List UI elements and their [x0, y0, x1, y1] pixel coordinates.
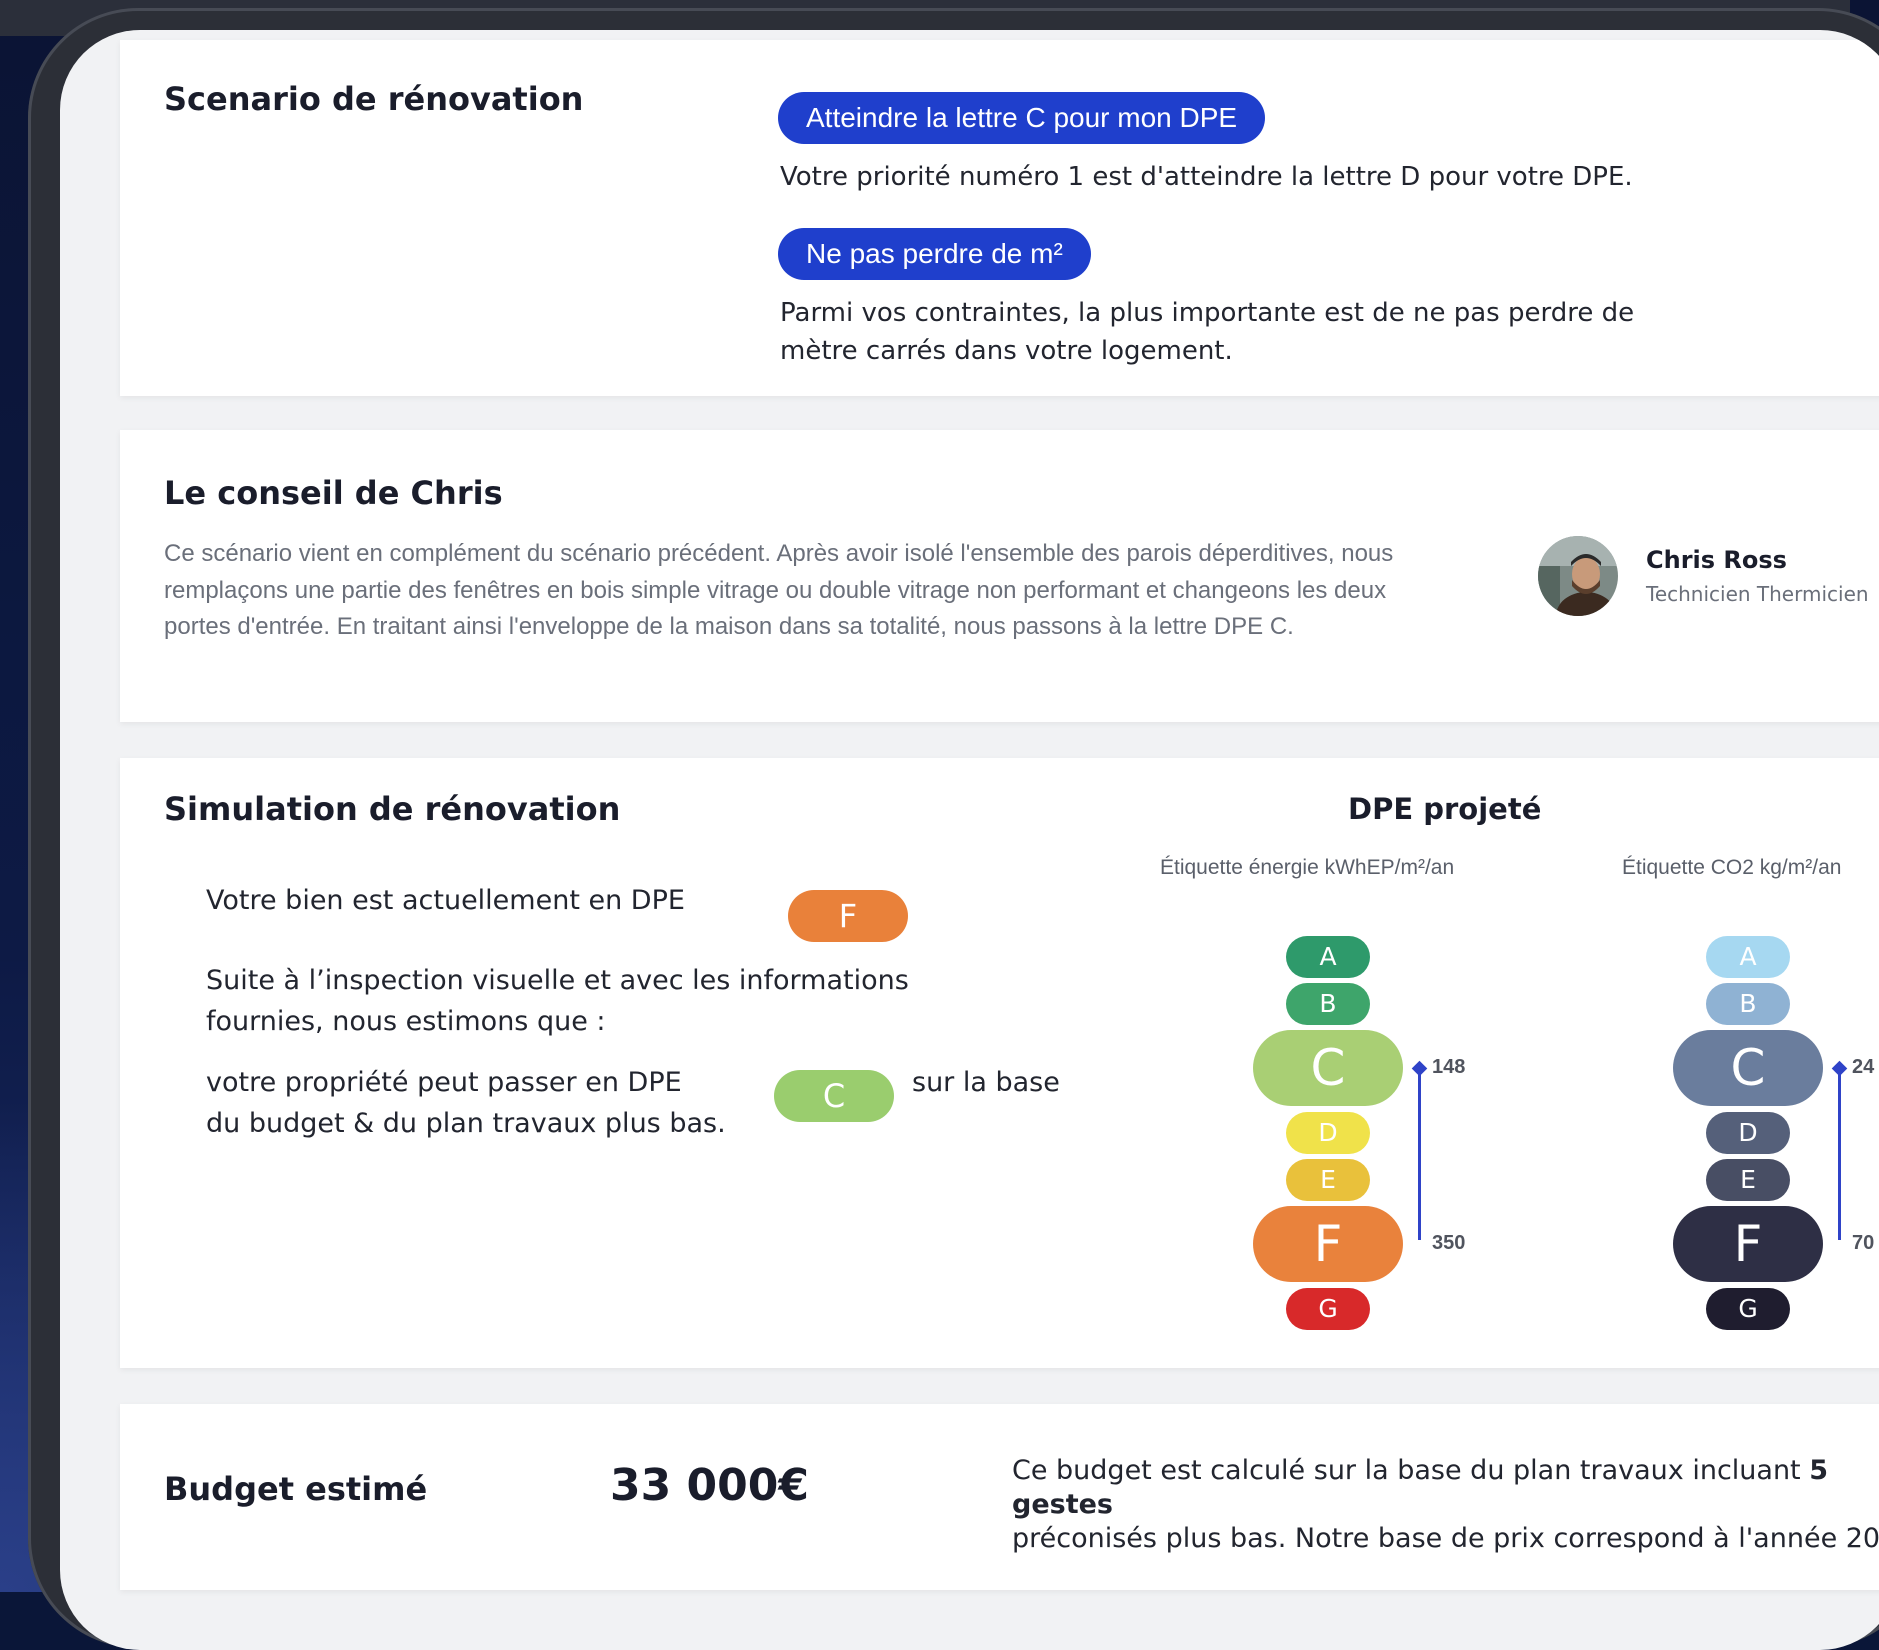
advice-text: Ce scénario vient en complément du scéna…: [164, 540, 1394, 640]
goal-text: Votre priorité numéro 1 est d'atteindre …: [780, 162, 1633, 192]
author-role: Technicien Thermicien: [1646, 582, 1869, 606]
projected-dpe-badge: C: [774, 1070, 894, 1122]
co2-marker-line: [1838, 1068, 1841, 1240]
co2-scale-caption: Étiquette CO2 kg/m²/an: [1622, 856, 1842, 879]
energy-grade-b: B: [1286, 983, 1370, 1025]
app-screen: Scenario de rénovation Atteindre la lett…: [60, 30, 1879, 1650]
simulation-card: Simulation de rénovation Votre bien est …: [120, 758, 1879, 1368]
projection-text-line2: du budget & du plan travaux plus bas.: [206, 1108, 726, 1139]
energy-grade-g: G: [1286, 1288, 1370, 1330]
co2-grade-g: G: [1706, 1288, 1790, 1330]
energy-grade-f: F: [1253, 1206, 1403, 1282]
co2-grade-d: D: [1706, 1112, 1790, 1154]
energy-scale-caption: Étiquette énergie kWhEP/m²/an: [1160, 856, 1455, 879]
energy-marker-line: [1418, 1068, 1421, 1240]
energy-grade-e: E: [1286, 1159, 1370, 1201]
energy-value-top: 148: [1432, 1056, 1466, 1078]
estimate-text-line1: Suite à l’inspection visuelle et avec le…: [206, 965, 909, 996]
estimate-text-line2: fournies, nous estimons que :: [206, 1006, 606, 1037]
budget-amount: 33 000€: [610, 1460, 810, 1511]
co2-value-top: 24: [1852, 1056, 1875, 1078]
scenario-card: Scenario de rénovation Atteindre la lett…: [120, 40, 1879, 396]
avatar: [1538, 536, 1618, 616]
simulation-title: Simulation de rénovation: [164, 790, 621, 828]
co2-grade-c: C: [1673, 1030, 1823, 1106]
advice-title: Le conseil de Chris: [164, 474, 503, 512]
budget-desc-after: préconisés plus bas. Notre base de prix …: [1012, 1523, 1879, 1554]
projection-text-pre: votre propriété peut passer en DPE: [206, 1067, 682, 1098]
constraint-text-line2: mètre carrés dans votre logement.: [780, 336, 1233, 366]
author-name: Chris Ross: [1646, 546, 1787, 574]
dpe-projected-title: DPE projeté: [1348, 792, 1542, 826]
energy-grade-c: C: [1253, 1030, 1403, 1106]
avatar-image: [1538, 536, 1618, 616]
goal-pill[interactable]: Atteindre la lettre C pour mon DPE: [778, 92, 1266, 144]
current-dpe-text: Votre bien est actuellement en DPE: [206, 885, 685, 916]
co2-grade-a: A: [1706, 936, 1790, 978]
budget-desc-before: Ce budget est calculé sur la base du pla…: [1012, 1455, 1810, 1486]
co2-grade-b: B: [1706, 983, 1790, 1025]
co2-value-bottom: 70: [1852, 1232, 1875, 1254]
budget-card: Budget estimé 33 000€ Ce budget est calc…: [120, 1404, 1879, 1590]
co2-grade-f: F: [1673, 1206, 1823, 1282]
budget-title: Budget estimé: [164, 1470, 428, 1508]
constraint-text: Parmi vos contraintes, la plus important…: [780, 294, 1634, 370]
advice-card: Le conseil de Chris Ce scénario vient en…: [120, 430, 1879, 722]
energy-grade-d: D: [1286, 1112, 1370, 1154]
scenario-title: Scenario de rénovation: [164, 80, 584, 118]
constraint-pill[interactable]: Ne pas perdre de m²: [778, 228, 1091, 280]
co2-marker-diamond-icon: [1831, 1060, 1848, 1077]
projection-text-post: sur la base: [912, 1067, 1060, 1098]
budget-description: Ce budget est calculé sur la base du pla…: [1012, 1454, 1879, 1556]
energy-grade-a: A: [1286, 936, 1370, 978]
current-dpe-badge: F: [788, 890, 908, 942]
constraint-text-line1: Parmi vos contraintes, la plus important…: [780, 298, 1635, 328]
co2-grade-e: E: [1706, 1159, 1790, 1201]
energy-value-bottom: 350: [1432, 1232, 1466, 1254]
energy-marker-diamond-icon: [1411, 1060, 1428, 1077]
estimate-text: Suite à l’inspection visuelle et avec le…: [206, 960, 909, 1042]
